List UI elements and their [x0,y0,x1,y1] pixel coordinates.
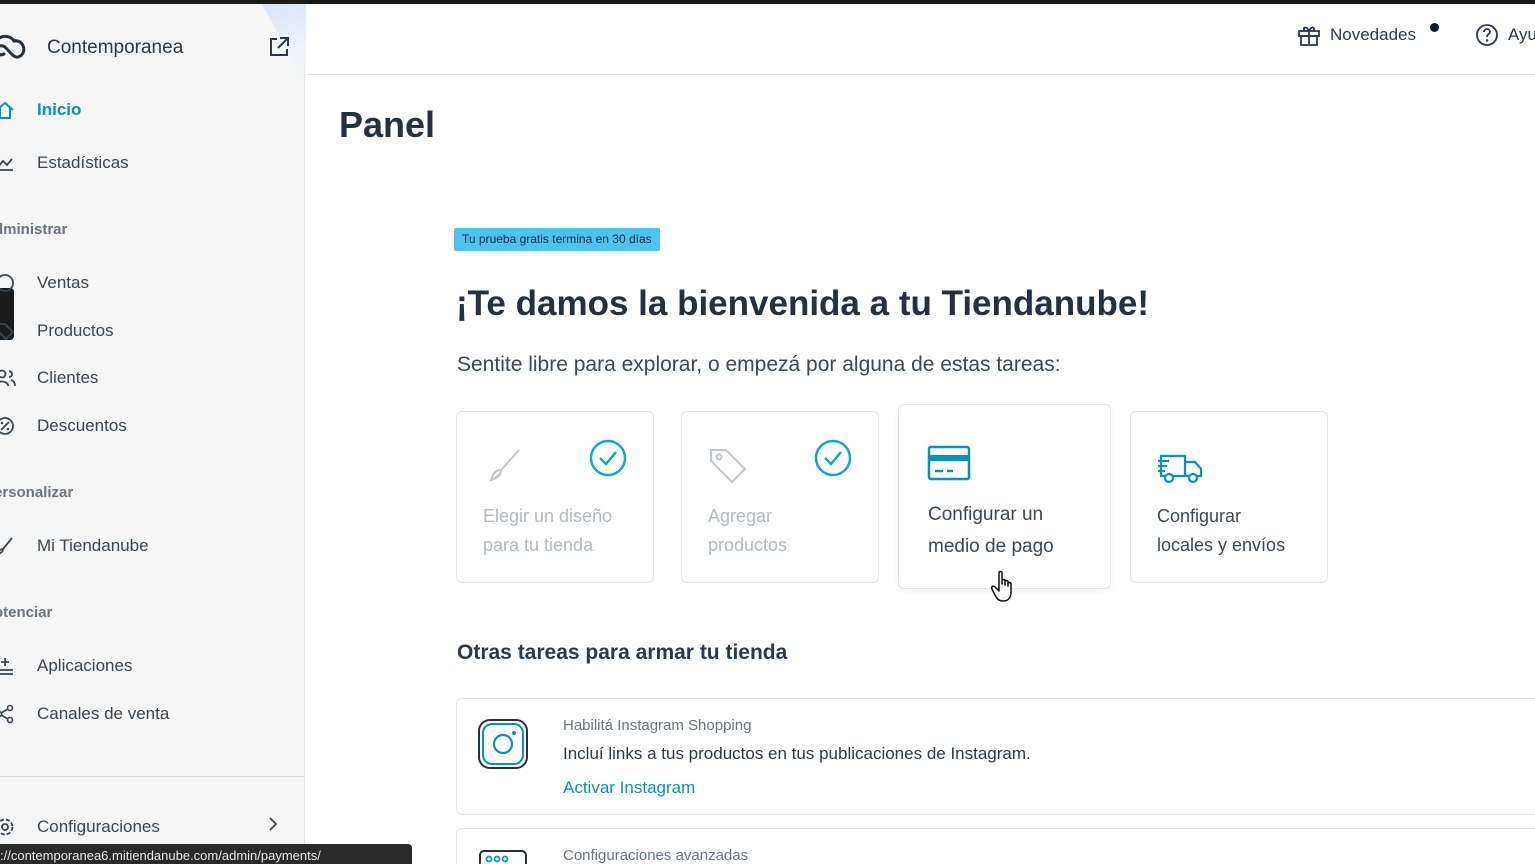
sidebar-item-label: Configuraciones [37,817,160,836]
card-kicker: Habilitá Instagram Shopping [563,717,752,734]
check-circle-icon [814,439,852,477]
tag-icon [0,323,15,341]
sales-icon [0,274,14,292]
section-title-personalizar: ersonalizar [0,484,74,501]
help-label: Ayu [1508,25,1535,44]
sidebar-item-label: Canales de venta [37,704,170,723]
trial-badge: Tu prueba gratis termina en 30 días [454,228,660,251]
sidebar-item-canales-de-venta[interactable]: Canales de venta [0,697,290,731]
card-description: Incluí links a tus productos en tus publ… [563,744,1031,763]
sidebar-item-configuraciones[interactable]: Configuraciones [0,810,290,844]
sidebar-item-mi-tiendanube[interactable]: Mi Tiendanube [0,529,290,563]
external-link-icon[interactable] [266,34,292,60]
sidebar-item-label: Mi Tiendanube [37,536,149,555]
help-button[interactable]: Ayu [1474,18,1535,52]
page-title: Panel [339,104,436,145]
task-label: Elegir un diseño para tu tienda [483,506,613,555]
section-title-potenciar: otenciar [0,604,53,621]
instagram-task-card: Habilitá Instagram Shopping Incluí links… [456,698,1535,815]
sidebar-item-clientes[interactable]: Clientes [0,361,290,395]
sidebar-item-productos[interactable]: Productos [0,314,290,348]
sidebar-item-label: Estadísticas [37,153,129,172]
sidebar-item-estadisticas[interactable]: Estadísticas [0,146,290,180]
task-card-payment[interactable]: Configurar un medio de pago [898,404,1111,589]
sidebar-item-label: Descuentos [37,416,127,435]
sidebar-item-label: Aplicaciones [37,656,133,675]
chevron-right-icon[interactable] [266,814,280,834]
tag-icon [710,449,747,484]
users-icon [0,369,16,387]
sidebar-item-aplicaciones[interactable]: Aplicaciones [0,649,290,683]
task-label: Configurar un medio de pago [928,504,1054,557]
welcome-subtitle: Sentite libre para explorar, o empezá po… [457,353,1061,376]
credit-card-icon [927,445,971,481]
task-label: Agregar productos [708,506,788,555]
status-bar-url: ://contemporanea6.mitiendanube.com/admin… [0,844,412,864]
chart-icon [0,158,13,171]
activate-instagram-link[interactable]: Activar Instagram [563,778,695,798]
instagram-icon [478,719,528,769]
sidebar-item-ventas[interactable]: Ventas [0,266,290,300]
advanced-settings-card: Configuraciones avanzadas [456,828,1535,864]
other-tasks-title: Otras tareas para armar tu tienda [457,641,788,664]
card-kicker: Configuraciones avanzadas [563,847,749,864]
sidebar-item-label: Productos [37,321,114,340]
brush-icon [489,449,520,482]
check-circle-icon [589,439,627,477]
task-label: Configurar locales y envíos [1157,506,1286,555]
sidebar-item-label: Inicio [37,100,82,119]
task-card-design[interactable]: Elegir un diseño para tu tienda [456,411,654,583]
sidebar-item-descuentos[interactable]: Descuentos [0,409,290,443]
apps-icon [0,658,13,675]
truck-icon [1158,454,1203,484]
gear-icon [0,818,14,836]
sidebar-item-label: Clientes [37,368,99,387]
task-card-shipping[interactable]: Configurar locales y envíos [1130,411,1328,583]
hand-cursor-icon [991,570,1012,602]
cloud-logo-icon [0,34,26,59]
section-title-administrar: dministrar [0,221,68,238]
discount-icon [0,417,14,435]
home-icon [0,101,14,119]
sidebar-item-label: Ventas [37,273,89,292]
gift-icon [1298,26,1320,46]
task-card-products[interactable]: Agregar productos [681,411,879,583]
sidebar-divider [0,776,305,777]
news-label: Novedades [1330,25,1417,44]
help-icon [1476,24,1498,46]
news-button[interactable]: Novedades [1296,18,1416,52]
notification-dot [1430,23,1439,32]
settings-window-icon [479,850,527,864]
sidebar: Contemporanea Inicio Estadísticas dminis… [0,4,306,864]
sidebar-item-inicio[interactable]: Inicio [0,93,290,127]
brush-icon [0,537,13,555]
store-name: Contemporanea [47,37,184,58]
welcome-heading: ¡Te damos la bienvenida a tu Tiendanube! [456,284,1149,323]
share-icon [0,704,14,724]
